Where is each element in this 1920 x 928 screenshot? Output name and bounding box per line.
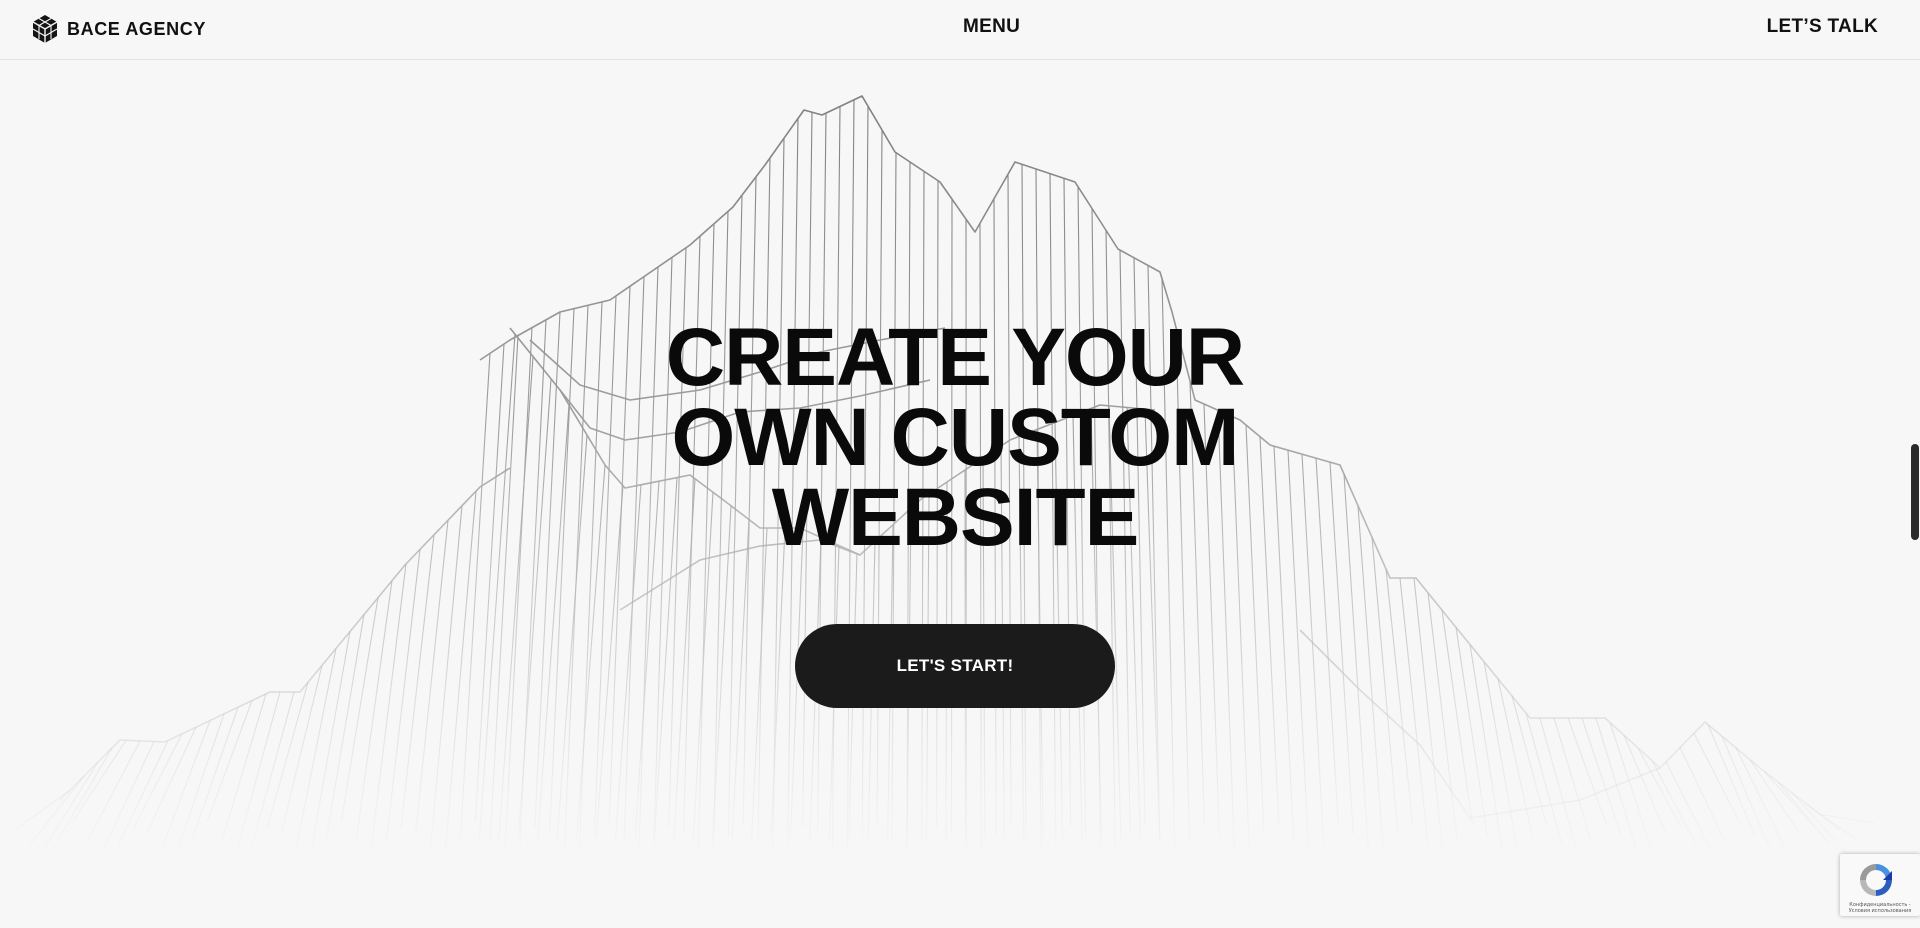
mountain-rib-line bbox=[459, 353, 491, 838]
recaptcha-icon bbox=[1860, 864, 1892, 896]
mountain-rib-line bbox=[1371, 537, 1399, 835]
mountain-rib-line bbox=[72, 739, 127, 821]
mountain-rib-line bbox=[1791, 792, 1845, 851]
mountain-rib-line bbox=[1399, 577, 1429, 844]
mountain-rib-line bbox=[1721, 736, 1771, 849]
mountain-rib-line bbox=[1749, 759, 1801, 834]
mountain-rib-line bbox=[13, 789, 71, 831]
site-header: BACE AGENCY MENU LET’S TALK bbox=[0, 0, 1920, 60]
scrollbar-thumb[interactable] bbox=[1911, 444, 1919, 540]
mountain-rib-line bbox=[117, 740, 169, 846]
menu-button[interactable]: MENU bbox=[963, 16, 1020, 38]
mountain-rib-line bbox=[1553, 717, 1592, 843]
mountain-rib-line bbox=[177, 713, 225, 850]
mountain-rib-line bbox=[1385, 568, 1414, 826]
mountain-rib-line bbox=[87, 740, 141, 840]
mountain-rib-line bbox=[385, 549, 421, 846]
mountain-rib-line bbox=[191, 707, 239, 839]
hero-title: CREATE YOUR OWN CUSTOM WEBSITE bbox=[540, 312, 1370, 563]
mountain-rib-line bbox=[1805, 803, 1860, 843]
mountain-rib-line bbox=[251, 691, 295, 846]
lets-talk-link[interactable]: LET’S TALK bbox=[1767, 16, 1878, 38]
mountain-rib-line bbox=[1665, 761, 1711, 851]
mountain-rib-line bbox=[430, 505, 463, 847]
mountain-rib-line bbox=[415, 520, 449, 832]
hero-title-line-1: CREATE YOUR bbox=[665, 312, 1245, 403]
mountain-rib-line bbox=[1651, 760, 1697, 845]
lets-start-button[interactable]: LET'S START! bbox=[795, 624, 1115, 708]
mountain-rib-line bbox=[28, 775, 85, 847]
mountain-rib-line bbox=[1413, 577, 1444, 851]
hero-title-line-2: OWN CUSTOM bbox=[671, 392, 1239, 483]
mountain-rib-line bbox=[1735, 747, 1786, 848]
mountain-rib-line bbox=[236, 691, 281, 850]
recaptcha-privacy-text: Конфиденциальность - Условия использован… bbox=[1848, 902, 1912, 914]
mountain-rib-line bbox=[474, 343, 505, 823]
brand-logo-link[interactable]: BACE AGENCY bbox=[31, 14, 206, 44]
mountain-rib-line bbox=[400, 534, 435, 829]
mountain-rib-line bbox=[340, 597, 379, 822]
landing-page: BACE AGENCY MENU LET’S TALK CREATE YOUR … bbox=[0, 0, 1920, 928]
mountain-rib-line bbox=[1427, 592, 1459, 843]
recaptcha-badge[interactable]: Конфиденциальность - Условия использован… bbox=[1840, 854, 1920, 916]
mountain-rib-line bbox=[1511, 695, 1548, 827]
mountain-rib-line bbox=[444, 491, 477, 850]
mountain-rib-line bbox=[504, 327, 533, 850]
brand-name: BACE AGENCY bbox=[67, 18, 206, 39]
cube-logo-icon bbox=[32, 15, 58, 43]
page-scrollbar[interactable] bbox=[1910, 60, 1920, 928]
mountain-ridge-line bbox=[59, 467, 511, 801]
mountain-rib-line bbox=[325, 614, 365, 839]
hero-title-line-3: WEBSITE bbox=[771, 472, 1140, 563]
mountain-rib-line bbox=[770, 527, 786, 841]
mountain-rib-line bbox=[1637, 747, 1682, 827]
